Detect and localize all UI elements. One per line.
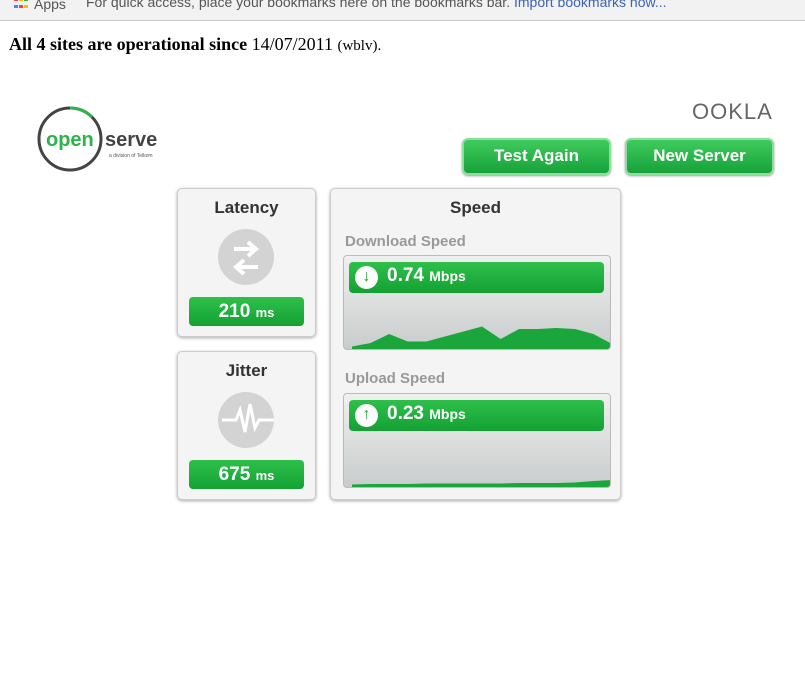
upload-graph xyxy=(352,480,610,487)
new-server-button[interactable]: New Server xyxy=(625,138,774,175)
upload-value: 0.23 Mbps xyxy=(387,403,466,424)
jitter-value: 675 ms xyxy=(189,460,304,489)
speed-title: Speed xyxy=(449,198,502,217)
download-graph xyxy=(352,326,610,349)
svg-text:a division of Telkom: a division of Telkom xyxy=(109,153,153,159)
jitter-card: Jitter 675 ms xyxy=(177,351,316,500)
apps-grid-icon xyxy=(14,0,28,10)
upload-label: Upload Speed xyxy=(345,370,446,387)
jitter-title: Jitter xyxy=(225,361,268,380)
download-value: 0.74 Mbps xyxy=(387,265,466,286)
openserve-logo: open serve a division of Telkom xyxy=(37,106,167,176)
status-date: 14/07/2011 xyxy=(251,34,333,54)
download-arrow-icon: ↓ xyxy=(355,266,378,289)
status-source: (wblv). xyxy=(337,38,382,54)
svg-text:serve: serve xyxy=(105,129,157,151)
status-line: All 4 sites are operational since 14/07/… xyxy=(9,34,381,55)
upload-arrow-icon: ↑ xyxy=(355,404,378,427)
upload-box: ↑ 0.23 Mbps xyxy=(343,393,611,488)
import-bookmarks-link[interactable]: Import bookmarks now... xyxy=(514,0,667,10)
download-box: ↓ 0.74 Mbps xyxy=(343,255,611,350)
ookla-logo: OOKLA xyxy=(692,99,773,124)
latency-arrows-icon xyxy=(218,229,274,285)
status-text: All 4 sites are operational since xyxy=(9,34,248,54)
bookmarks-bar: Apps For quick access, place your bookma… xyxy=(0,0,805,21)
apps-button[interactable]: Apps xyxy=(14,0,66,12)
latency-value: 210 ms xyxy=(189,297,304,326)
latency-title: Latency xyxy=(214,198,279,217)
svg-text:open: open xyxy=(46,129,94,151)
latency-card: Latency 210 ms xyxy=(177,188,316,337)
jitter-pulse-icon xyxy=(218,392,274,448)
download-label: Download Speed xyxy=(345,233,466,250)
apps-label: Apps xyxy=(34,0,66,12)
bookmarks-message: For quick access, place your bookmarks h… xyxy=(86,0,511,10)
speed-card: Speed Download Speed ↓ 0.74 Mbps Upload S… xyxy=(330,188,621,500)
test-again-button[interactable]: Test Again xyxy=(462,138,611,175)
